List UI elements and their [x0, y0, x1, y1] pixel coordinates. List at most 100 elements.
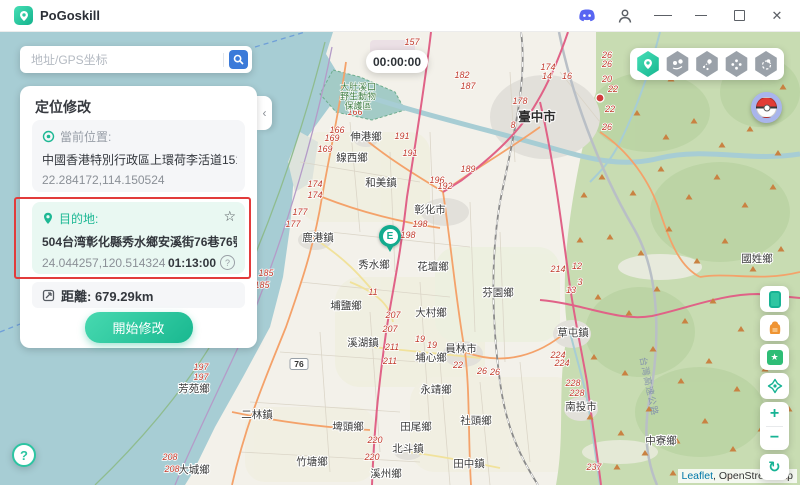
map-valley	[618, 254, 702, 280]
distance-row: 距離: 679.29km	[32, 282, 245, 308]
multi-spot-mode-icon[interactable]	[695, 51, 719, 77]
road-number-label: 22	[607, 84, 618, 94]
destination-address: 504台湾彰化縣秀水鄉安溪街76巷76號	[42, 233, 237, 250]
app-title: PoGoskill	[40, 8, 100, 23]
town-label: 田尾鄉	[400, 420, 432, 433]
road-number-label: 198	[400, 230, 415, 240]
minimize-button[interactable]	[692, 7, 710, 25]
backpack-button[interactable]	[760, 315, 789, 341]
favorite-star-icon[interactable]: ☆	[223, 209, 236, 223]
road-number-label: 191	[394, 131, 409, 141]
road-number-label: 198	[412, 219, 427, 229]
town-label: 北斗鎮	[392, 442, 424, 455]
road-number-label: 224	[553, 358, 569, 368]
current-location-coords: 22.284172,114.150524	[42, 173, 165, 187]
town-label: 南投市	[565, 400, 597, 413]
zoom-in-button[interactable]: +	[760, 403, 789, 426]
distance-value: 距離: 679.29km	[61, 286, 154, 305]
road-number-label: 189	[460, 164, 475, 174]
road-number-label: 208	[161, 452, 177, 462]
help-button[interactable]: ?	[12, 443, 36, 467]
town-label: 草屯鎮	[557, 326, 589, 339]
town-label: 溪州鄉	[370, 467, 402, 480]
town-label: 溪湖鎮	[347, 336, 379, 349]
close-button[interactable]: ✕	[768, 7, 786, 25]
road-number-label: 11	[368, 287, 377, 297]
road-badge-number: 76	[294, 359, 304, 369]
current-location-card: 當前位置: 中國香港特別行政區上環荷李活道151號Iz... 22.284172…	[32, 120, 245, 192]
backpack-icon	[767, 320, 783, 336]
menu-icon[interactable]	[654, 7, 672, 25]
eta-help-icon[interactable]: ?	[220, 255, 235, 270]
road-number-label: 228	[564, 378, 580, 388]
road-number-label: 12	[572, 261, 582, 271]
town-label: 芬園鄉	[482, 286, 514, 299]
road-number-label: 237	[585, 462, 602, 472]
road-number-label: 16	[562, 71, 572, 81]
road-number-label: 207	[384, 310, 401, 320]
road-number-label: 197	[193, 362, 209, 372]
target-icon	[42, 130, 55, 143]
leaflet-link[interactable]: Leaflet	[682, 470, 714, 482]
search-input[interactable]	[29, 52, 218, 68]
road-number-label: 19	[415, 334, 425, 344]
town-label: 永靖鄉	[420, 383, 452, 396]
maximize-button[interactable]	[730, 7, 748, 25]
road-number-label: 169	[317, 144, 332, 154]
two-spot-mode-icon[interactable]	[666, 51, 690, 77]
current-location-address: 中國香港特別行政區上環荷李活道151號Iz...	[42, 151, 237, 168]
road-number-label: 20	[601, 74, 612, 84]
joystick-mode-icon[interactable]	[725, 51, 749, 77]
road-number-label: 177	[285, 219, 301, 229]
town-label: 中寮鄉	[645, 434, 677, 447]
road-number-label: 26	[476, 366, 487, 376]
road-number-label: 207	[381, 324, 398, 334]
current-location-label: 當前位置:	[60, 128, 111, 145]
pokeball-marker[interactable]	[751, 92, 782, 123]
route-mode-icon[interactable]	[754, 51, 778, 77]
phone-icon	[769, 291, 781, 308]
town-label: 大城鄉	[178, 463, 210, 476]
star-box-icon: ★	[767, 350, 783, 365]
destination-marker[interactable]: E	[379, 225, 401, 247]
search-bar	[20, 46, 252, 73]
road-number-label: 191	[402, 148, 417, 158]
search-button[interactable]	[229, 50, 248, 69]
search-divider	[223, 53, 224, 67]
undo-icon: ↺	[768, 458, 781, 476]
distance-icon	[42, 289, 55, 302]
road-number-label: 174	[307, 179, 322, 189]
panel-title: 定位修改	[35, 97, 91, 117]
town-label: 竹塘鄉	[296, 455, 328, 468]
road-number-label: 169	[324, 133, 339, 143]
town-label: 埔鹽鄉	[330, 299, 362, 312]
panel-collapse-tab[interactable]: ‹	[257, 96, 272, 130]
location-panel: 定位修改 當前位置: 中國香港特別行政區上環荷李活道151號Iz... 22.2…	[20, 86, 257, 348]
account-icon[interactable]	[616, 7, 634, 25]
town-label: 和美鎮	[365, 176, 397, 189]
device-button[interactable]	[760, 286, 789, 312]
road-number-label: 174	[307, 190, 322, 200]
protected-area-label: 保護區	[344, 100, 371, 111]
road-number-label: 26	[489, 367, 500, 377]
road-number-label: 14	[542, 71, 552, 81]
undo-button[interactable]: ↺	[760, 454, 789, 480]
collection-button[interactable]: ★	[760, 344, 789, 370]
town-label: 芳苑鄉	[178, 382, 210, 395]
town-label: 臺中市	[518, 109, 556, 124]
zoom-out-button[interactable]: −	[760, 427, 789, 450]
protected-area-label: 野生動物	[340, 91, 376, 102]
town-label: 大村鄉	[415, 306, 447, 319]
mode-toolbar	[630, 48, 784, 80]
road-number-label: 13	[566, 285, 576, 295]
town-label: 國姓鄉	[741, 252, 773, 265]
road-number-label: 220	[363, 452, 379, 462]
town-label: 花壇鄉	[417, 260, 449, 273]
start-modify-button[interactable]: 開始修改	[84, 312, 192, 343]
pokeball-icon	[756, 97, 777, 118]
teleport-mode-icon[interactable]	[636, 51, 660, 77]
discord-icon[interactable]	[578, 7, 596, 25]
town-label: 鹿港鎮	[302, 231, 334, 244]
road-number-label: 22	[452, 360, 463, 370]
locate-button[interactable]	[760, 373, 789, 399]
